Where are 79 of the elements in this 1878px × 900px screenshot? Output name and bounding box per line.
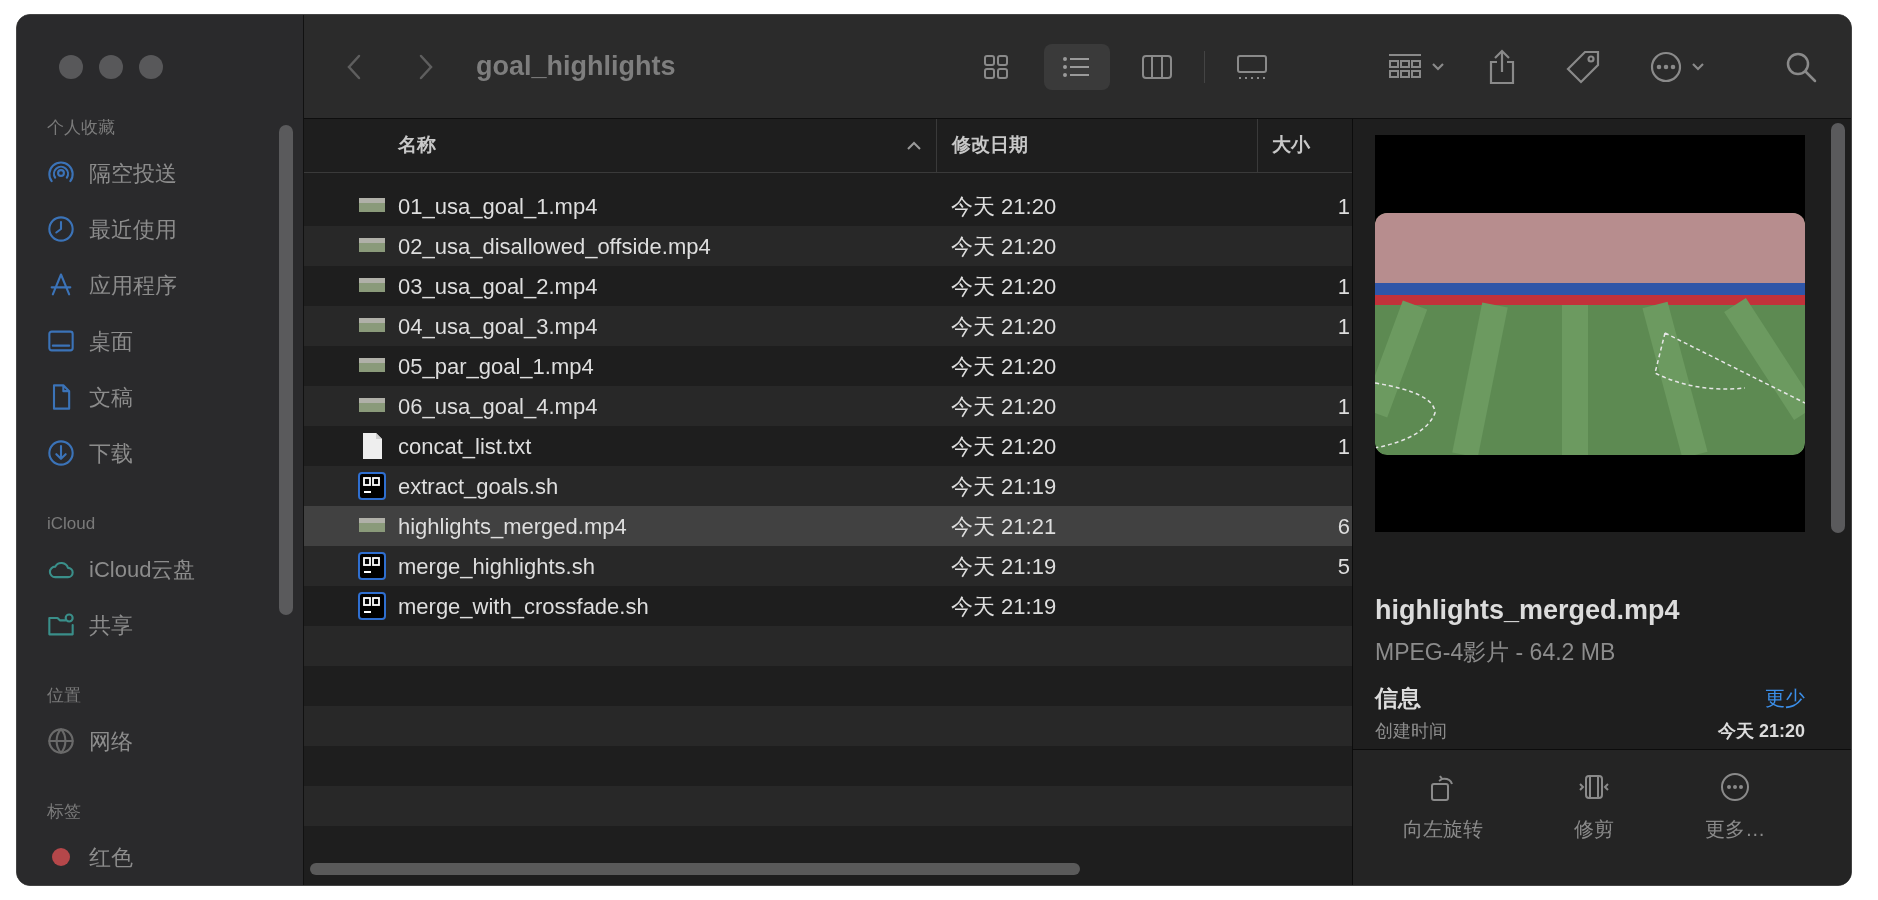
ellipsis-circle-icon xyxy=(1649,49,1683,84)
file-name: 06_usa_goal_4.mp4 xyxy=(398,392,598,421)
file-name: 02_usa_disallowed_offside.mp4 xyxy=(398,232,711,261)
info-value: 今天 21:20 xyxy=(1717,719,1805,743)
terminal-script-icon xyxy=(358,472,386,500)
file-size: 1 xyxy=(1337,312,1350,341)
file-row[interactable]: merge_highlights.sh 今天 21:19 5 xyxy=(304,546,1352,586)
file-row[interactable]: 06_usa_goal_4.mp4 今天 21:20 1 xyxy=(304,386,1352,426)
file-row[interactable]: 04_usa_goal_3.mp4 今天 21:20 1 xyxy=(304,306,1352,346)
chevron-right-icon xyxy=(418,52,434,81)
view-mode-button[interactable] xyxy=(1044,43,1110,90)
sidebar-item[interactable]: 应用程序 xyxy=(47,257,277,313)
file-name: merge_with_crossfade.sh xyxy=(398,592,649,621)
modified-date: 今天 21:21 xyxy=(950,512,1058,541)
quick-action-button[interactable]: 向左旋转 xyxy=(1398,770,1487,844)
horizontal-scrollbar[interactable] xyxy=(310,863,1080,875)
modified-date: 今天 21:19 xyxy=(950,592,1058,621)
clock-icon xyxy=(47,215,75,243)
tag-icon xyxy=(1565,48,1601,85)
file-row[interactable]: highlights_merged.mp4 今天 21:21 6 xyxy=(304,506,1352,546)
info-label: 创建时间 xyxy=(1375,719,1447,743)
file-name: merge_highlights.sh xyxy=(398,552,595,581)
file-name: 04_usa_goal_3.mp4 xyxy=(398,312,598,341)
caret-icon xyxy=(1431,61,1445,72)
column-heading[interactable]: 修改日期 xyxy=(936,119,1257,172)
modified-date: 今天 21:20 xyxy=(950,272,1058,301)
section-heading: 位置 xyxy=(47,685,82,708)
modified-date: 今天 21:19 xyxy=(950,472,1058,501)
section-heading: 信息 xyxy=(1375,684,1421,713)
chevron-left-icon xyxy=(346,52,362,81)
modified-date: 今天 21:19 xyxy=(950,552,1058,581)
share-icon xyxy=(1487,47,1517,86)
search-icon xyxy=(1785,50,1817,83)
column-heading[interactable]: 名称 xyxy=(304,119,936,172)
scrollbar[interactable] xyxy=(279,125,293,615)
scrollbar[interactable] xyxy=(1831,123,1845,533)
section-heading: iCloud xyxy=(47,513,97,536)
file-size: 1 xyxy=(1337,192,1350,221)
file-name: highlights_merged.mp4 xyxy=(398,512,627,541)
sidebar-item[interactable]: 最近使用 xyxy=(47,201,277,257)
file-name: 03_usa_goal_2.mp4 xyxy=(398,272,598,301)
section-heading: 标签 xyxy=(47,801,82,824)
file-name: 05_par_goal_1.mp4 xyxy=(398,352,594,381)
sidebar-item[interactable]: 共享 xyxy=(47,597,277,653)
caret-icon xyxy=(1691,61,1705,72)
file-name: concat_list.txt xyxy=(398,432,532,461)
file-name: extract_goals.sh xyxy=(398,472,559,501)
sidebar-item[interactable]: iCloud云盘 xyxy=(47,541,277,597)
modified-date: 今天 21:20 xyxy=(950,352,1058,381)
download-icon xyxy=(47,439,75,467)
section-heading: 个人收藏 xyxy=(47,117,116,140)
file-row[interactable]: extract_goals.sh 今天 21:19 xyxy=(304,466,1352,506)
show-less-link[interactable]: 更少 xyxy=(1765,683,1805,714)
sidebar-item[interactable]: 隔空投送 xyxy=(47,145,277,201)
modified-date: 今天 21:20 xyxy=(950,312,1058,341)
sidebar-item[interactable]: 红色 xyxy=(47,829,277,885)
file-size: 1 xyxy=(1337,272,1350,301)
quick-action-button[interactable]: 更多… xyxy=(1701,770,1770,844)
file-size: 6 xyxy=(1337,512,1350,541)
sidebar-item[interactable]: 网络 xyxy=(47,713,277,769)
file-name: highlights_merged.mp4 xyxy=(1375,594,1681,627)
file-row[interactable]: 02_usa_disallowed_offside.mp4 今天 21:20 xyxy=(304,226,1352,266)
window-title: goal_highlights xyxy=(476,50,677,84)
terminal-script-icon xyxy=(358,592,386,620)
sidebar-item[interactable]: 文稿 xyxy=(47,369,277,425)
file-size: 1 xyxy=(1337,392,1350,421)
file-size: 1 xyxy=(1337,432,1350,461)
terminal-script-icon xyxy=(358,552,386,580)
sidebar-item[interactable]: 桌面 xyxy=(47,313,277,369)
modified-date: 今天 21:20 xyxy=(950,392,1058,421)
globe-icon xyxy=(47,727,75,755)
modified-date: 今天 21:20 xyxy=(950,232,1058,261)
file-size: 5 xyxy=(1337,552,1350,581)
sidebar-item[interactable]: 下载 xyxy=(47,425,277,481)
file-kind-size: MPEG-4影片 - 64.2 MB xyxy=(1375,637,1617,667)
quick-action-button[interactable]: 修剪 xyxy=(1570,770,1618,844)
modified-date: 今天 21:20 xyxy=(950,192,1058,221)
file-name: 01_usa_goal_1.mp4 xyxy=(398,192,598,221)
modified-date: 今天 21:20 xyxy=(950,432,1058,461)
